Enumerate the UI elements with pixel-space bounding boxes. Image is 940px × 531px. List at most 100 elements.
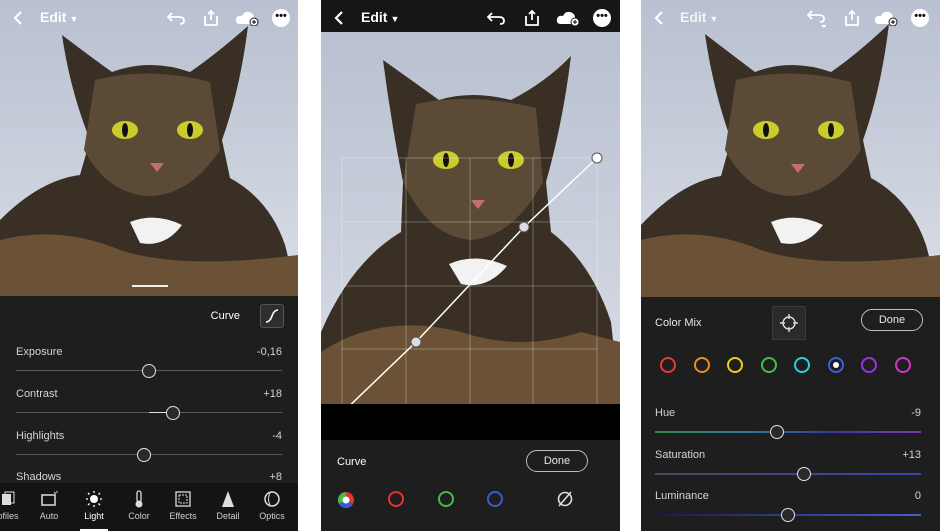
slider-hue: Hue -9	[655, 407, 921, 443]
slider-label: Luminance	[655, 490, 709, 502]
curve-controls: Curve Done	[321, 440, 620, 531]
profiles-icon	[2, 491, 15, 505]
tab-color[interactable]: Color	[117, 489, 161, 521]
slider-label: Exposure	[16, 346, 63, 358]
curve-point-white[interactable]	[591, 152, 603, 164]
color-swatch-blue[interactable]	[827, 357, 844, 373]
slider-value: 0	[914, 490, 921, 502]
target-adjust-off-icon	[557, 491, 573, 507]
slider-contrast: Contrast +18	[16, 388, 282, 424]
undo-icon[interactable]	[166, 8, 186, 28]
back-icon[interactable]	[8, 8, 28, 28]
slider-thumb[interactable]	[142, 364, 156, 378]
slider-luminance: Luminance 0	[655, 490, 921, 526]
slider-label: Highlights	[16, 430, 65, 442]
more-options-icon[interactable]: •••	[910, 8, 930, 28]
rgb-channel-icon	[337, 491, 355, 509]
edit-menu[interactable]: Edit ▼	[680, 9, 718, 25]
tab-auto[interactable]: Auto	[27, 489, 71, 521]
curve-label: Curve	[210, 310, 240, 322]
thermometer-icon	[135, 490, 143, 508]
selected-dot	[832, 362, 839, 368]
effects-icon	[175, 491, 191, 507]
cat-photo	[0, 0, 298, 296]
triangle-icon	[222, 491, 234, 507]
edit-menu[interactable]: Edit ▼	[361, 9, 399, 25]
color-swatch-magenta[interactable]	[894, 357, 911, 373]
color-swatch-green[interactable]	[760, 357, 777, 373]
slider-saturation: Saturation +13	[655, 449, 921, 485]
curve-reset-button[interactable]	[555, 489, 575, 509]
cloud-add-icon[interactable]	[874, 8, 898, 28]
slider-thumb[interactable]	[165, 406, 180, 420]
share-icon[interactable]	[842, 8, 862, 28]
more-options-icon[interactable]: •••	[592, 8, 612, 28]
done-button[interactable]: Done	[526, 450, 588, 472]
share-icon[interactable]	[522, 8, 542, 28]
cat-photo-image	[321, 56, 620, 404]
color-swatch-purple[interactable]	[861, 357, 877, 373]
blue-channel-button[interactable]	[487, 491, 503, 507]
slider-label: Shadows	[16, 471, 62, 483]
light-panel-screen: Edit ▼ ••• Curve Exposure -0,16 Contrast +18…	[0, 0, 298, 531]
slider-label: Hue	[655, 407, 676, 419]
slider-label: Saturation	[655, 449, 706, 461]
tab-optics[interactable]: Optics	[250, 489, 294, 521]
more-options-icon[interactable]: •••	[271, 8, 291, 28]
targeted-adjustment-button[interactable]	[772, 306, 806, 340]
curve-label: Curve	[337, 456, 367, 468]
back-icon[interactable]	[649, 8, 669, 28]
tab-light[interactable]: Light	[72, 489, 116, 531]
curve-toggle-button[interactable]	[260, 304, 284, 328]
edit-menu[interactable]: Edit ▼	[40, 9, 78, 25]
top-bar: Edit ▼ •••	[641, 0, 940, 34]
slider-thumb[interactable]	[796, 467, 811, 481]
color-swatch-orange[interactable]	[693, 357, 710, 373]
color-swatch-aqua[interactable]	[794, 357, 810, 373]
tone-curve-screen: Edit ▼ ••• Curve Done	[321, 0, 620, 531]
share-icon[interactable]	[201, 8, 221, 28]
auto-icon	[41, 491, 58, 506]
slider-label: Contrast	[16, 388, 58, 400]
back-icon[interactable]	[329, 8, 349, 28]
done-button[interactable]: Done	[861, 309, 923, 331]
tab-effects[interactable]: Effects	[161, 489, 205, 521]
rgb-channel-button[interactable]	[337, 491, 355, 509]
curve-point-highlights[interactable]	[518, 221, 530, 233]
slider-thumb[interactable]	[781, 508, 795, 522]
red-channel-button[interactable]	[388, 491, 404, 507]
cloud-add-icon[interactable]	[556, 8, 580, 28]
slider-track[interactable]	[655, 473, 921, 475]
slider-value: -4	[272, 430, 282, 442]
color-swatch-yellow[interactable]	[727, 357, 743, 373]
cloud-add-icon[interactable]	[235, 8, 259, 28]
cat-photo	[321, 32, 620, 404]
target-crosshair-icon	[780, 314, 798, 332]
edit-tab-bar: ofiles Auto Light Color Effects Detail O…	[0, 483, 298, 531]
cat-photo-image	[641, 24, 940, 297]
sun-icon	[86, 491, 102, 507]
tab-detail[interactable]: Detail	[206, 489, 250, 521]
edit-label: Edit	[40, 9, 67, 25]
curve-icon	[265, 309, 279, 323]
edit-label: Edit	[680, 9, 707, 25]
tab-profiles[interactable]: ofiles	[0, 489, 30, 521]
slider-thumb[interactable]	[136, 448, 151, 462]
green-channel-button[interactable]	[438, 491, 454, 507]
lens-icon	[264, 491, 280, 507]
top-bar: Edit ▼ •••	[0, 0, 298, 34]
undo-options-icon[interactable]	[806, 8, 826, 28]
top-bar: Edit ▼ •••	[321, 0, 620, 34]
slider-value: +8	[269, 471, 282, 483]
curve-point-shadows[interactable]	[410, 336, 422, 348]
undo-icon[interactable]	[486, 8, 506, 28]
slider-track[interactable]	[655, 431, 921, 433]
edit-label: Edit	[361, 9, 388, 25]
color-swatch-red[interactable]	[660, 357, 676, 373]
cat-photo-image	[0, 26, 298, 296]
color-mix-screen: Edit ▼ ••• Color Mix Done Hue -9 Saturation…	[641, 0, 940, 531]
slider-thumb[interactable]	[770, 425, 785, 439]
slider-exposure: Exposure -0,16	[16, 346, 282, 382]
color-mix-label: Color Mix	[655, 317, 702, 329]
slider-value: +18	[263, 388, 282, 400]
